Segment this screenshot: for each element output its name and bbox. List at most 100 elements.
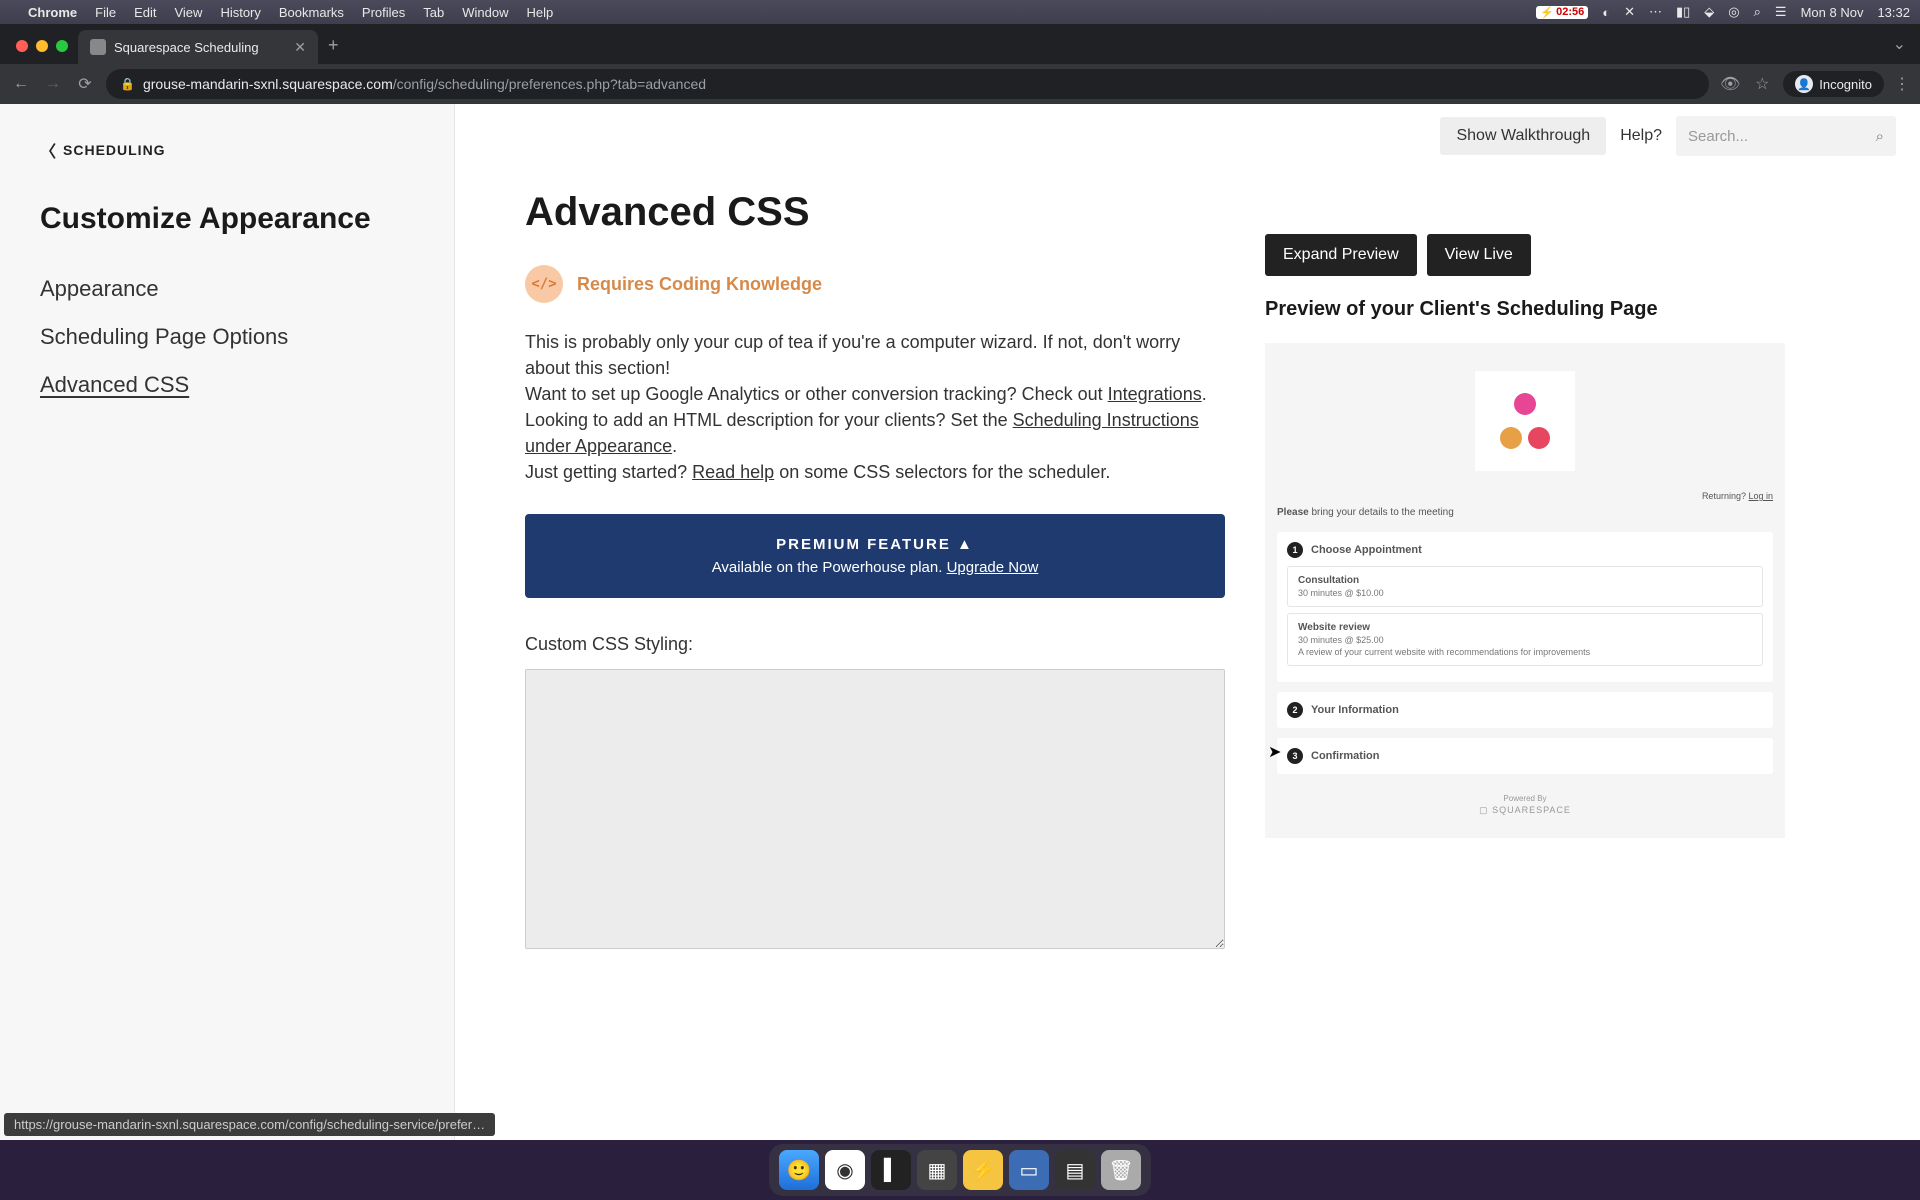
window-close-button[interactable] <box>16 40 28 52</box>
menu-window[interactable]: Window <box>462 5 508 20</box>
battery-icon[interactable]: ▮▯ <box>1676 4 1690 20</box>
address-bar-row: ← → ⟳ 🔒 grouse-mandarin-sxnl.squarespace… <box>0 64 1920 104</box>
chrome-window: Squarespace Scheduling ✕ + ⌄ ← → ⟳ 🔒 gro… <box>0 24 1920 1140</box>
preview-instructions: Please bring your details to the meeting <box>1277 507 1773 518</box>
dock-bolt-icon[interactable]: ⚡ <box>963 1150 1003 1190</box>
tab-close-icon[interactable]: ✕ <box>294 39 306 56</box>
sidebar-item-appearance[interactable]: Appearance <box>40 276 414 302</box>
menu-help[interactable]: Help <box>527 5 554 20</box>
description-text: This is probably only your cup of tea if… <box>525 329 1225 486</box>
dock-finder-icon[interactable]: 🙂 <box>779 1150 819 1190</box>
menu-bookmarks[interactable]: Bookmarks <box>279 5 344 20</box>
menu-profiles[interactable]: Profiles <box>362 5 405 20</box>
search-placeholder: Search... <box>1688 128 1748 145</box>
incognito-badge[interactable]: 👤 Incognito <box>1783 71 1884 97</box>
search-input[interactable]: Search... ⌕ <box>1676 116 1896 156</box>
tab-title: Squarespace Scheduling <box>114 40 259 55</box>
expand-preview-button[interactable]: Expand Preview <box>1265 234 1417 276</box>
bookmark-star-icon[interactable]: ☆ <box>1751 74 1773 94</box>
scheduling-preview: Returning? Log in Please bring your deta… <box>1265 343 1785 838</box>
tab-favicon <box>90 39 106 55</box>
incognito-eye-icon[interactable]: 👁 <box>1719 74 1741 94</box>
preview-login-link[interactable]: Log in <box>1748 491 1773 501</box>
status-icon-1[interactable]: ◐ <box>1602 5 1610 20</box>
window-maximize-button[interactable] <box>56 40 68 52</box>
url-path: /config/scheduling/preferences.php?tab=a… <box>393 76 706 92</box>
preview-step-2-panel: 2Your Information <box>1277 692 1773 728</box>
menubar-time[interactable]: 13:32 <box>1877 5 1910 20</box>
macos-menubar: Chrome File Edit View History Bookmarks … <box>0 0 1920 24</box>
coding-warning: </> Requires Coding Knowledge <box>525 265 1225 303</box>
step-2-badge: 2 <box>1287 702 1303 718</box>
breadcrumb-back[interactable]: 〈 SCHEDULING <box>40 138 414 162</box>
sidebar-title: Customize Appearance <box>40 202 414 236</box>
page-content: 〈 SCHEDULING Customize Appearance Appear… <box>0 104 1920 1140</box>
step-3-badge: 3 <box>1287 748 1303 764</box>
chrome-menu-icon[interactable]: ⋮ <box>1894 74 1910 94</box>
preview-step-1-panel: 1Choose Appointment Consultation 30 minu… <box>1277 532 1773 682</box>
lock-icon: 🔒 <box>120 77 135 91</box>
menu-view[interactable]: View <box>174 5 202 20</box>
page-heading: Advanced CSS <box>525 190 1225 235</box>
premium-title: PREMIUM FEATURE ▲ <box>547 536 1203 553</box>
dock-trash-icon[interactable]: 🗑 <box>1101 1150 1141 1190</box>
top-bar: Show Walkthrough Help? Search... ⌕ <box>1440 116 1896 156</box>
back-button[interactable]: ← <box>10 75 32 93</box>
main-panel: Show Walkthrough Help? Search... ⌕ Advan… <box>455 104 1920 1140</box>
preview-appointment-review[interactable]: Website review 30 minutes @ $25.00 A rev… <box>1287 613 1763 666</box>
read-help-link[interactable]: Read help <box>692 462 774 482</box>
menu-edit[interactable]: Edit <box>134 5 156 20</box>
sidebar-item-page-options[interactable]: Scheduling Page Options <box>40 324 414 350</box>
preview-footer: Powered By ▢ SQUARESPACE <box>1277 784 1773 826</box>
dock-app-icon[interactable]: ▦ <box>917 1150 957 1190</box>
wifi-icon[interactable]: ⬙ <box>1704 4 1714 20</box>
show-walkthrough-button[interactable]: Show Walkthrough <box>1440 117 1606 155</box>
status-icon-3[interactable]: ⋯ <box>1649 4 1662 20</box>
search-icon: ⌕ <box>1876 128 1884 145</box>
menu-history[interactable]: History <box>220 5 260 20</box>
step-1-badge: 1 <box>1287 542 1303 558</box>
window-minimize-button[interactable] <box>36 40 48 52</box>
warning-label: Requires Coding Knowledge <box>577 274 822 295</box>
dock-code-icon[interactable]: ▭ <box>1009 1150 1049 1190</box>
user-icon[interactable]: ◎ <box>1728 4 1739 20</box>
preview-appointment-consultation[interactable]: Consultation 30 minutes @ $10.00 <box>1287 566 1763 607</box>
dock-terminal-icon[interactable]: ▌ <box>871 1150 911 1190</box>
view-live-button[interactable]: View Live <box>1427 234 1531 276</box>
preview-returning: Returning? Log in <box>1277 491 1773 501</box>
macos-dock: 🙂 ◉ ▌ ▦ ⚡ ▭ ▤ 🗑 <box>769 1144 1151 1196</box>
upgrade-now-link[interactable]: Upgrade Now <box>947 559 1039 576</box>
dock-monitor-icon[interactable]: ▤ <box>1055 1150 1095 1190</box>
sidebar-item-advanced-css[interactable]: Advanced CSS <box>40 372 414 398</box>
battery-status[interactable]: ⚡02:56 <box>1536 6 1588 19</box>
preview-logo <box>1475 371 1575 471</box>
premium-banner: PREMIUM FEATURE ▲ Available on the Power… <box>525 514 1225 598</box>
url-domain: grouse-mandarin-sxnl.squarespace.com <box>143 76 393 92</box>
control-center-icon[interactable]: ☰ <box>1775 4 1787 20</box>
help-link[interactable]: Help? <box>1620 127 1662 145</box>
incognito-icon: 👤 <box>1795 75 1813 93</box>
sidebar: 〈 SCHEDULING Customize Appearance Appear… <box>0 104 455 1140</box>
address-bar[interactable]: 🔒 grouse-mandarin-sxnl.squarespace.com/c… <box>106 69 1709 99</box>
menubar-date[interactable]: Mon 8 Nov <box>1801 5 1864 20</box>
new-tab-button[interactable]: + <box>328 35 339 56</box>
tabs-dropdown-icon[interactable]: ⌄ <box>1893 34 1906 54</box>
status-icon-2[interactable]: ✕ <box>1624 4 1635 20</box>
integrations-link[interactable]: Integrations <box>1108 384 1202 404</box>
reload-button[interactable]: ⟳ <box>74 74 96 94</box>
custom-css-textarea[interactable] <box>525 669 1225 949</box>
menu-file[interactable]: File <box>95 5 116 20</box>
preview-column: Expand Preview View Live Preview of your… <box>1265 190 1785 954</box>
app-name[interactable]: Chrome <box>28 5 77 20</box>
content-column: Advanced CSS </> Requires Coding Knowled… <box>525 190 1225 954</box>
preview-step-3-panel: 3Confirmation <box>1277 738 1773 774</box>
browser-tab[interactable]: Squarespace Scheduling ✕ <box>78 30 318 64</box>
spotlight-icon[interactable]: ⌕ <box>1754 4 1761 20</box>
forward-button[interactable]: → <box>42 75 64 93</box>
dock-chrome-icon[interactable]: ◉ <box>825 1150 865 1190</box>
preview-title: Preview of your Client's Scheduling Page <box>1265 298 1785 321</box>
menu-tab[interactable]: Tab <box>423 5 444 20</box>
tab-bar: Squarespace Scheduling ✕ + ⌄ <box>0 24 1920 64</box>
code-icon: </> <box>525 265 563 303</box>
browser-status-bar: https://grouse-mandarin-sxnl.squarespace… <box>4 1113 495 1136</box>
